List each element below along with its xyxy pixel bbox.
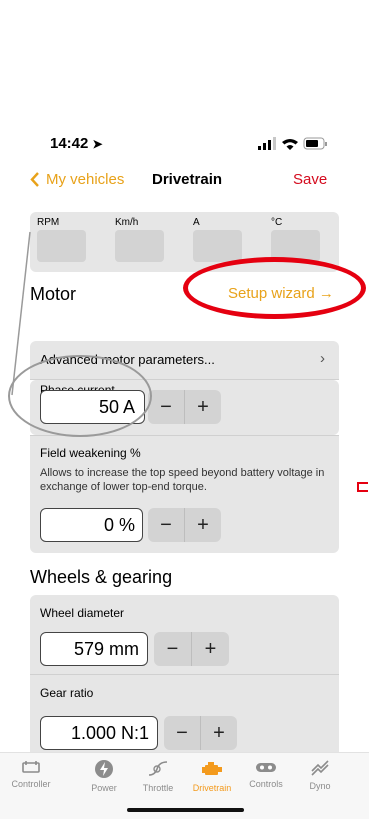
wifi-icon <box>282 139 298 150</box>
chevron-left-icon <box>30 172 39 187</box>
gear-ratio-increment-button[interactable]: + <box>201 716 237 750</box>
gear-ratio-label: Gear ratio <box>40 686 94 700</box>
dyno-icon <box>311 760 329 776</box>
field-weakening-stepper: − + <box>148 508 221 542</box>
annotation-gray-oval <box>8 355 152 437</box>
tab-drivetrain[interactable]: Drivetrain <box>186 759 238 793</box>
tab-controls[interactable]: Controls <box>240 759 292 789</box>
controller-icon <box>22 761 40 773</box>
location-arrow-icon: ➤ <box>92 137 103 151</box>
gauge-label-current: A <box>193 217 200 228</box>
motor-heading: Motor <box>30 284 77 304</box>
field-weakening-description: Allows to increase the top speed beyond … <box>40 467 325 493</box>
gear-ratio-stepper: − + <box>164 716 237 750</box>
power-icon <box>95 760 113 778</box>
tab-label: Drivetrain <box>192 783 232 793</box>
wheel-diameter-stepper: − + <box>154 632 229 666</box>
phase-current-stepper: − + <box>148 390 221 424</box>
tab-label: Controller <box>11 779 51 789</box>
home-indicator <box>127 808 244 812</box>
status-time: 14:42 ➤ <box>50 135 103 152</box>
page-title: Drivetrain <box>152 171 223 188</box>
gear-ratio-decrement-button[interactable]: − <box>164 716 200 750</box>
field-weakening-increment-button[interactable]: + <box>185 508 221 542</box>
gauge-value-current <box>193 230 242 262</box>
tab-label: Dyno <box>309 781 331 791</box>
gear-ratio-input[interactable]: 1.000 N:1 <box>40 716 158 750</box>
tab-label: Throttle <box>142 783 174 793</box>
tab-label: Power <box>91 783 117 793</box>
wheel-diameter-decrement-button[interactable]: − <box>154 632 191 666</box>
gamepad-icon <box>256 763 276 772</box>
tab-label: Controls <box>249 779 283 789</box>
tab-controller[interactable]: Controller <box>5 759 57 789</box>
motor-icon <box>202 762 222 775</box>
tab-throttle[interactable]: Throttle <box>132 759 184 793</box>
wheel-diameter-increment-button[interactable]: + <box>192 632 229 666</box>
status-icons <box>258 137 327 150</box>
wheel-diameter-input[interactable]: 579 mm <box>40 632 148 666</box>
wheel-diameter-label: Wheel diameter <box>40 606 125 620</box>
signal-icon <box>258 146 261 150</box>
save-button[interactable]: Save <box>293 171 327 188</box>
gauge-label-temperature: °C <box>271 217 283 228</box>
back-button[interactable]: My vehicles <box>30 171 124 188</box>
field-weakening-input[interactable]: 0 % <box>40 508 143 542</box>
annotation-red-oval <box>183 257 366 319</box>
annotation-red-mark <box>357 482 368 492</box>
gauge-label-speed: Km/h <box>115 217 139 228</box>
throttle-icon <box>148 761 168 776</box>
gauge-value-speed <box>115 230 164 262</box>
phase-current-increment-button[interactable]: + <box>185 390 221 424</box>
wheels-gearing-heading: Wheels & gearing <box>30 567 173 587</box>
field-weakening-label: Field weakening % <box>40 446 141 460</box>
chevron-right-icon: › <box>320 350 325 367</box>
back-label: My vehicles <box>46 171 125 188</box>
tab-dyno[interactable]: Dyno <box>294 759 346 791</box>
tab-power[interactable]: Power <box>78 759 130 793</box>
field-weakening-decrement-button[interactable]: − <box>148 508 184 542</box>
phase-current-decrement-button[interactable]: − <box>148 390 184 424</box>
gauge-label-rpm: RPM <box>37 217 60 228</box>
gauge-value-rpm <box>37 230 86 262</box>
